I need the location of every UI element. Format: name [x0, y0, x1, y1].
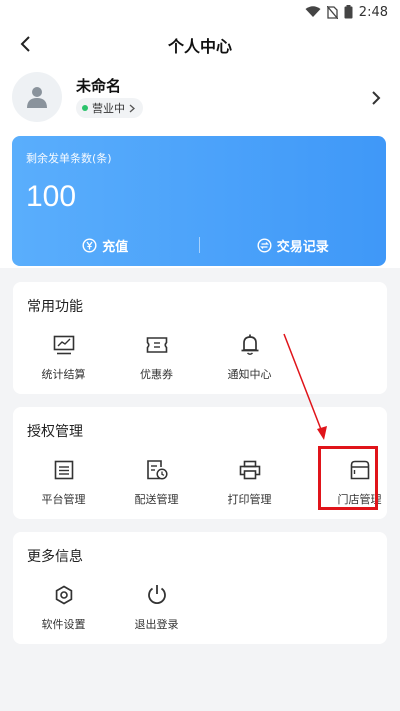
section-common-functions: 常用功能 统计结算 优惠券 通知中心	[13, 282, 387, 394]
chevron-right-icon	[129, 104, 135, 112]
profile-header[interactable]: 未命名 营业中	[12, 70, 388, 126]
user-icon	[27, 87, 47, 108]
annotation-highlight-box	[318, 446, 378, 510]
menu-item-print-management[interactable]: 打印管理	[203, 455, 296, 515]
settings-icon	[55, 585, 72, 605]
menu-item-label: 统计结算	[41, 368, 86, 381]
quota-actions: 充值 交易记录	[12, 224, 386, 266]
transaction-records-label: 交易记录	[276, 239, 329, 255]
printer-icon	[239, 460, 260, 480]
status-time: 2:48	[358, 4, 388, 20]
menu-item-notifications[interactable]: 通知中心	[203, 330, 296, 390]
status-dot	[82, 105, 88, 111]
chart-icon	[53, 335, 74, 355]
list-icon	[54, 460, 73, 480]
page-title: 个人中心	[167, 37, 232, 56]
business-status-label: 营业中	[92, 102, 125, 115]
no-sim-icon	[326, 5, 338, 19]
profile-page: 2:48 个人中心 未命名 营业中 剩余发单条数(条) 100 充值 交易记录 …	[0, 0, 400, 711]
chevron-right-icon	[372, 91, 381, 105]
menu-item-label: 配送管理	[134, 493, 179, 506]
menu-item-logout[interactable]: 退出登录	[110, 580, 203, 640]
exchange-icon	[257, 237, 272, 253]
menu-item-label: 通知中心	[227, 368, 272, 381]
delivery-icon	[146, 460, 168, 480]
menu-item-statistics[interactable]: 统计结算	[17, 330, 110, 390]
menu-item-software-settings[interactable]: 软件设置	[17, 580, 110, 640]
quota-label: 剩余发单条数(条)	[26, 152, 112, 165]
menu-item-label: 平台管理	[41, 493, 86, 506]
section-title: 更多信息	[27, 549, 83, 565]
quota-card: 剩余发单条数(条) 100 充值 交易记录	[12, 136, 386, 266]
recharge-button[interactable]: 充值	[12, 236, 199, 255]
battery-icon	[344, 5, 353, 19]
menu-item-label: 优惠券	[140, 368, 173, 381]
menu-item-label: 退出登录	[134, 618, 179, 631]
avatar[interactable]	[12, 72, 62, 122]
menu-item-label: 软件设置	[41, 618, 86, 631]
menu-item-label: 打印管理	[227, 493, 272, 506]
menu-item-coupons[interactable]: 优惠券	[110, 330, 203, 390]
nav-bar: 个人中心	[0, 24, 400, 62]
menu-item-platform-management[interactable]: 平台管理	[17, 455, 110, 515]
status-bar: 2:48	[0, 0, 400, 24]
profile-name: 未命名	[76, 77, 122, 95]
yen-icon	[82, 237, 97, 253]
transaction-records-button[interactable]: 交易记录	[200, 236, 387, 255]
recharge-label: 充值	[102, 239, 129, 255]
menu-item-delivery-management[interactable]: 配送管理	[110, 455, 203, 515]
section-title: 授权管理	[27, 424, 83, 440]
bell-icon	[241, 334, 258, 355]
section-title: 常用功能	[27, 299, 83, 315]
wifi-icon	[305, 6, 321, 17]
coupon-icon	[146, 337, 167, 353]
profile-detail-button[interactable]	[366, 86, 386, 110]
quota-value: 100	[26, 180, 77, 213]
power-icon	[147, 585, 166, 605]
section-more-info: 更多信息 软件设置 退出登录	[13, 532, 387, 644]
business-status-badge[interactable]: 营业中	[76, 98, 143, 118]
